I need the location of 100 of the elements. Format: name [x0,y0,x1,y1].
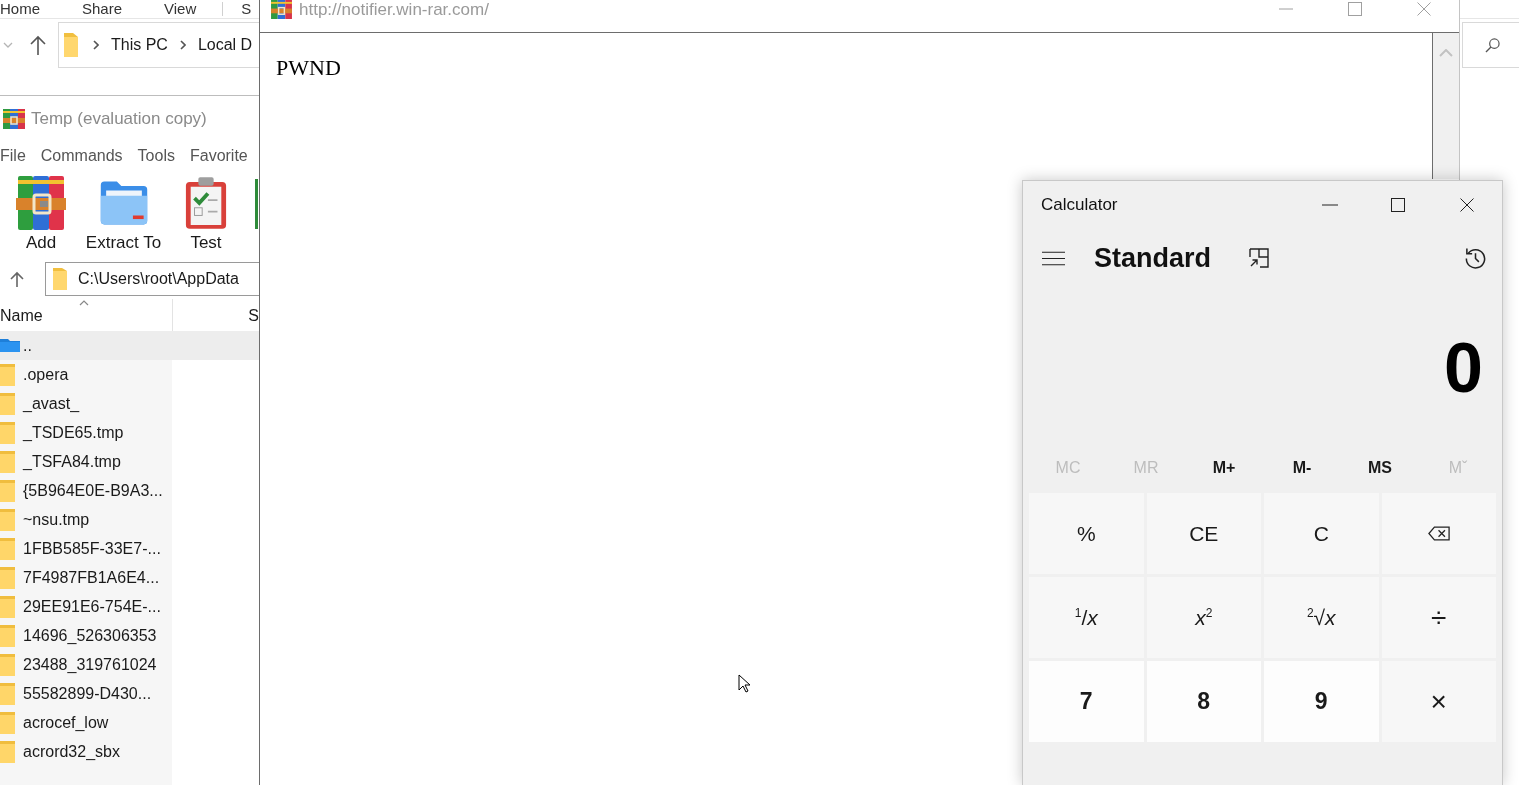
folder-icon [64,33,78,57]
toolbar-button[interactable]: Test [165,170,247,258]
folder-icon [0,653,15,676]
breadcrumb[interactable]: Local D [197,36,253,54]
up-arrow-icon[interactable] [30,35,46,55]
folder-icon [0,740,15,763]
file-row[interactable]: 1FBB585F-33E7-... [0,534,259,563]
file-name: 23488_319761024 [23,655,157,674]
folder-icon [0,363,15,386]
search-icon [1485,37,1500,53]
file-row[interactable]: ~nsu.tmp [0,505,259,534]
memory-button[interactable]: MS [1341,450,1419,486]
history-icon[interactable] [1464,246,1487,270]
chevron-right-icon [93,40,99,50]
window-title: Calculator [1041,194,1118,215]
sort-caret-icon [79,300,89,306]
folder-icon [0,421,15,444]
file-row[interactable]: 29EE91E6-754E-... [0,592,259,621]
window-title: Temp (evaluation copy) [31,108,207,129]
close-icon[interactable] [1460,197,1474,212]
file-row[interactable]: .opera [0,360,259,389]
folder-icon [0,392,15,415]
page-text: PWND [276,55,341,80]
backspace-icon [1427,526,1450,541]
calculator-key[interactable]: 8 [1146,661,1261,742]
file-row[interactable]: 7F4987FB1A6E4... [0,563,259,592]
file-name: acrord32_sbx [23,742,120,761]
menu-item[interactable]: Commands [40,146,123,165]
file-name: _TSFA84.tmp [23,452,121,471]
mode-title: Standard [1094,242,1212,274]
maximize-icon[interactable] [1391,197,1405,212]
books-icon [270,0,293,19]
calculator-key[interactable]: 7 [1029,661,1144,742]
calculator-key[interactable]: $^{1}$/x [1029,577,1144,658]
file-name: _avast_ [23,394,80,413]
calculator-key[interactable]: 9 [1264,661,1379,742]
folder-icon [0,624,15,647]
ribbon-tab[interactable]: View [164,1,197,17]
window-title: http://notifier.win-rar.com/ [299,0,489,20]
calculator-key[interactable]: % [1029,493,1144,574]
search-field[interactable] [1462,22,1519,68]
belted-books-icon [16,176,66,230]
path-text: C:\Users\root\AppData [78,269,239,288]
file-row[interactable]: _TSDE65.tmp [0,418,259,447]
file-name: .opera [23,365,69,384]
toolbar-button[interactable]: Extract To [82,170,165,258]
file-row[interactable]: 23488_319761024 [0,650,259,679]
file-name: .. [23,336,32,355]
file-row[interactable]: acrocef_low [0,708,259,737]
clipboard-check-icon [184,176,228,230]
ribbon-tab[interactable]: S [241,1,252,17]
file-row[interactable]: .. [0,331,259,360]
file-row[interactable]: acrord32_sbx [0,737,259,766]
menu-item[interactable]: Tools [137,146,175,165]
file-row[interactable]: 55582899-D430... [0,679,259,708]
partial-toolbar-icon[interactable] [255,179,259,229]
calculator-key[interactable]: $^{2}$√x [1264,577,1379,658]
file-name: {5B964E0E-B9A3... [23,481,163,500]
toolbar-button[interactable]: Add [0,170,82,258]
folder-icon [0,537,15,560]
folder-icon [0,508,15,531]
mouse-pointer-icon [738,674,750,693]
menu-icon[interactable] [1042,250,1065,266]
calculator-key[interactable]: × [1381,661,1496,742]
folder-icon [0,566,15,589]
file-row[interactable]: {5B964E0E-B9A3... [0,476,259,505]
address-bar[interactable]: This PC Local D [58,22,259,68]
calculator-key[interactable]: x$^{2}$ [1146,577,1261,658]
menu-item[interactable]: File [0,146,26,165]
file-name: acrocef_low [23,713,109,732]
file-name: 55582899-D430... [23,684,152,703]
memory-button[interactable]: M+ [1185,450,1263,486]
folder-icon [0,595,15,618]
box-arrow-icon[interactable] [1249,248,1270,268]
calculator-key[interactable]: ÷ [1381,577,1496,658]
file-name: 1FBB585F-33E7-... [23,539,161,558]
folder-icon [0,479,15,502]
file-row[interactable]: _avast_ [0,389,259,418]
folder-icon [0,450,15,473]
up-arrow-icon[interactable] [10,270,24,287]
breadcrumb[interactable]: This PC [111,36,168,54]
file-name: 14696_526306353 [23,626,157,645]
folder-icon [0,682,15,705]
memory-button[interactable]: M- [1263,450,1341,486]
display-value: 0 [1444,332,1483,403]
file-name: 29EE91E6-754E-... [23,597,161,616]
minimize-icon[interactable] [1322,203,1338,206]
file-row[interactable]: 14696_526306353 [0,621,259,650]
ribbon-tab[interactable]: Home [0,1,40,17]
menu-item[interactable]: Favorite [189,146,248,165]
calculator-key[interactable]: C [1264,493,1379,574]
scrollbar[interactable] [1432,33,1459,179]
ribbon-tab[interactable]: Share [82,1,123,17]
column-header[interactable]: S [173,299,259,331]
folder-icon [0,711,15,734]
file-row[interactable]: _TSFA84.tmp [0,447,259,476]
folder-icon [0,339,20,352]
books-icon [3,108,25,129]
calculator-key[interactable]: CE [1146,493,1261,574]
path-field[interactable]: C:\Users\root\AppData [45,261,259,296]
